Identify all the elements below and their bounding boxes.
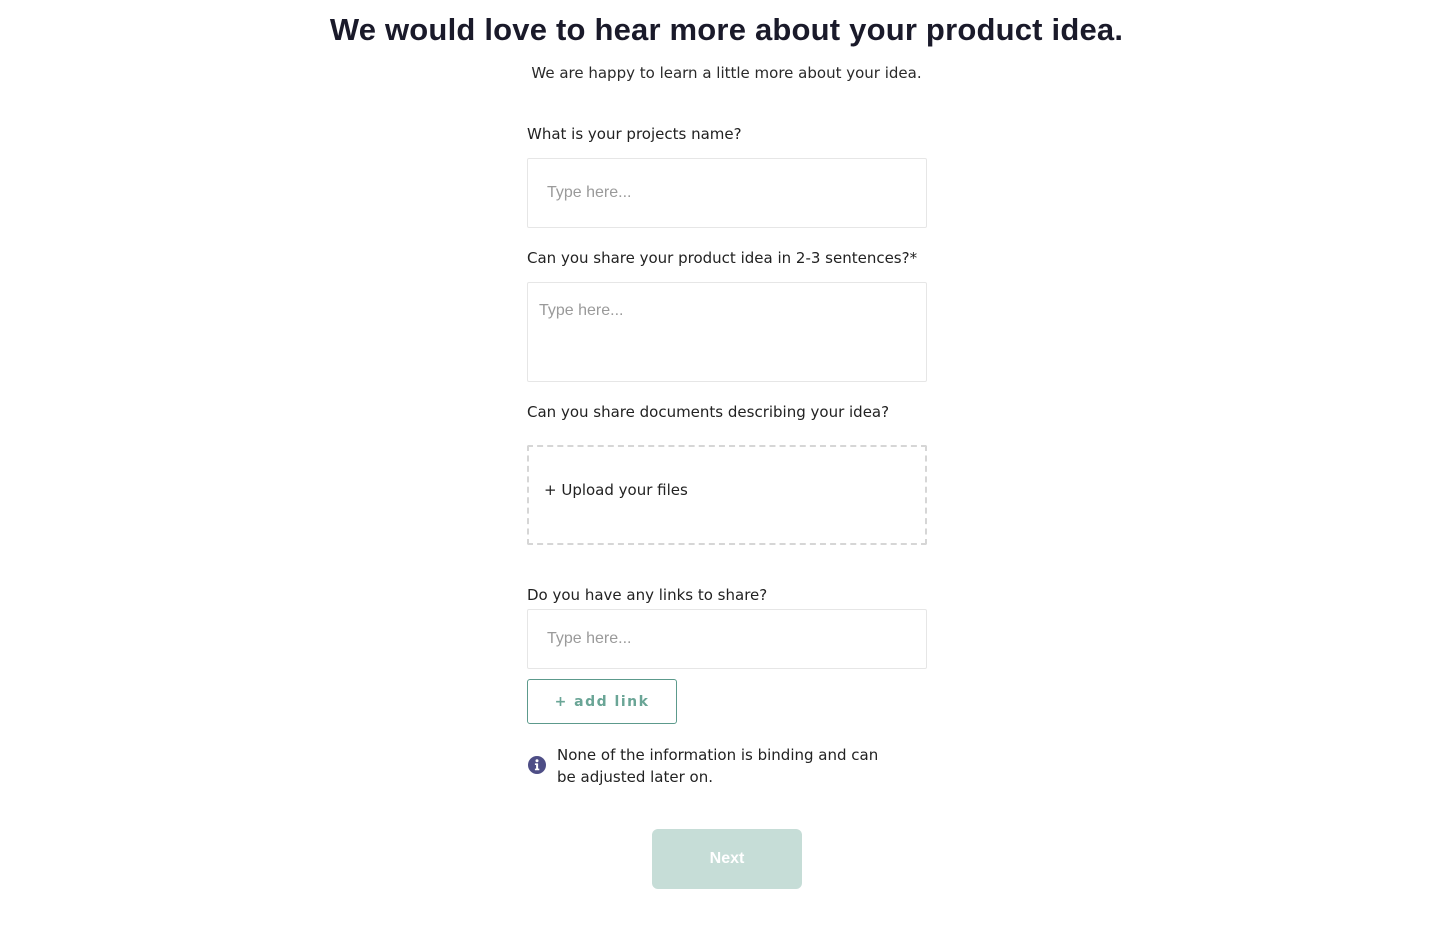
info-icon [528,756,546,774]
link-input[interactable] [527,609,927,669]
product-idea-textarea[interactable] [527,282,927,382]
info-text: None of the information is binding and c… [557,746,879,786]
product-idea-label: Can you share your product idea in 2-3 s… [527,249,918,267]
product-idea-page: We would love to hear more about your pr… [0,0,1440,930]
next-button[interactable]: Next [652,829,802,889]
page-subtitle: We are happy to learn a little more abou… [531,64,922,82]
project-name-label: What is your projects name? [527,125,742,143]
documents-label: Can you share documents describing your … [527,403,890,421]
upload-files-dropzone[interactable]: + Upload your files [527,445,927,545]
upload-files-label: + Upload your files [544,481,688,499]
page-title: We would love to hear more about your pr… [329,12,1124,47]
links-label: Do you have any links to share? [527,586,768,604]
project-name-input[interactable] [527,158,927,228]
add-link-button[interactable]: + add link [527,679,677,724]
